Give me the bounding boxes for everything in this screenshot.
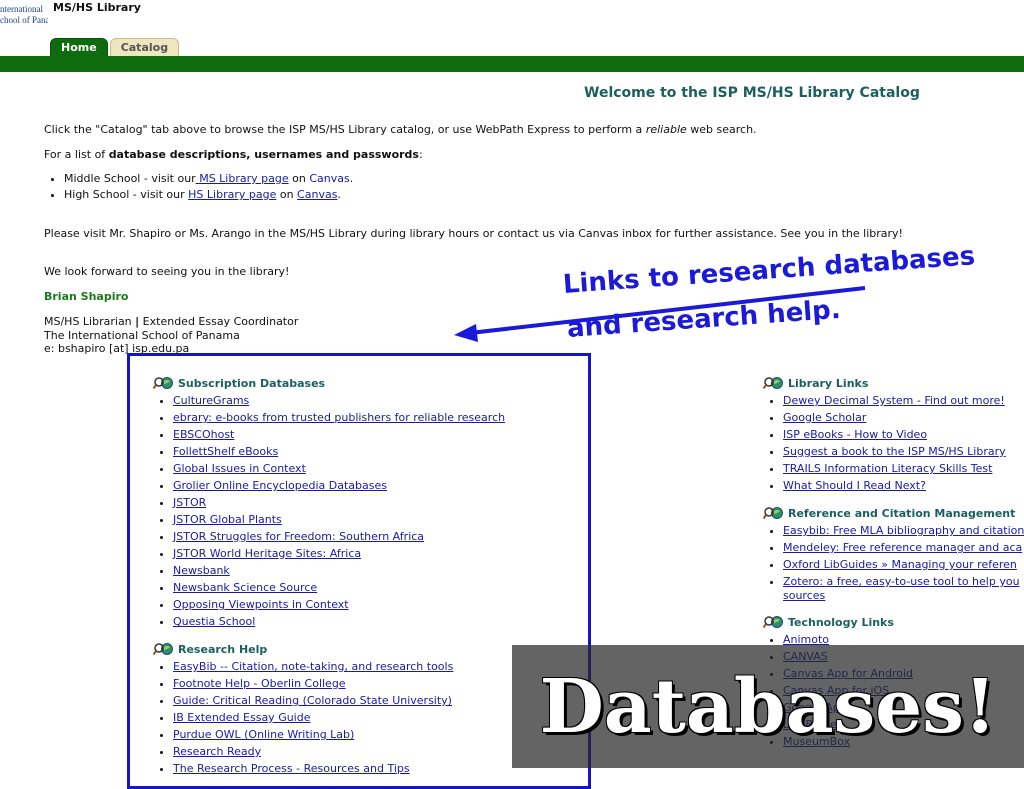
visit-text: Please visit Mr. Shapiro or Ms. Arango i…	[44, 227, 903, 240]
list-item: High School - visit our HS Library page …	[64, 187, 353, 203]
reference-list: Easybib: Free MLA bibliography and citat…	[763, 522, 1024, 603]
hs-library-link[interactable]: HS Library page	[188, 188, 276, 201]
signature: Brian Shapiro	[44, 290, 129, 303]
reference-link[interactable]: Mendeley: Free reference manager and aca	[783, 541, 1022, 554]
intro-text-end: web search.	[686, 123, 757, 136]
section-heading: Library Links	[762, 376, 1006, 390]
logo-line-2: chool of Panama	[0, 15, 48, 25]
header-bar	[0, 56, 1024, 72]
reference-link-continued[interactable]: sources	[783, 589, 825, 602]
canvas-link[interactable]: Canvas	[309, 172, 349, 185]
library-link[interactable]: TRAILS Information Literacy Skills Test	[783, 462, 992, 475]
section-title: Library Links	[788, 376, 869, 390]
ms-library-link[interactable]: MS Library page	[196, 172, 288, 185]
intro-line-1: Click the "Catalog" tab above to browse …	[44, 123, 757, 136]
magnifier-globe-icon	[762, 376, 785, 390]
list-text: on	[288, 172, 310, 185]
address-line-1: MS/HS Librarian | Extended Essay Coordin…	[44, 315, 298, 329]
address-block: MS/HS Librarian | Extended Essay Coordin…	[44, 315, 298, 356]
list-item: Middle School - visit our MS Library pag…	[64, 171, 353, 187]
page-title: Welcome to the ISP MS/HS Library Catalog	[584, 85, 920, 101]
intro-emphasis: reliable	[645, 123, 687, 136]
list-item: Zotero: a free, easy-to-use tool to help…	[783, 573, 1024, 603]
magnifier-globe-icon	[762, 615, 785, 629]
forward-text: We look forward to seeing you in the lib…	[44, 265, 290, 278]
reference-link[interactable]: Zotero: a free, easy-to-use tool to help…	[783, 575, 1020, 588]
list-item: Suggest a book to the ISP MS/HS Library	[783, 443, 1006, 460]
school-logo[interactable]: nternational chool of Panama	[0, 4, 48, 30]
reference-link[interactable]: Easybib: Free MLA bibliography and citat…	[783, 524, 1024, 537]
list-item: Google Scholar	[783, 409, 1006, 426]
library-links-section: Library Links Dewey Decimal System - Fin…	[762, 376, 1006, 494]
library-links-list: Dewey Decimal System - Find out more! Goo…	[763, 392, 1006, 494]
list-item: Easybib: Free MLA bibliography and citat…	[783, 522, 1024, 539]
app-title: MS/HS Library	[53, 1, 141, 14]
list-item: ISP eBooks - How to Video	[783, 426, 1006, 443]
tab-catalog[interactable]: Catalog	[109, 38, 180, 58]
list-item: TRAILS Information Literacy Skills Test	[783, 460, 1006, 477]
banner-text: Databases!	[539, 663, 997, 750]
intro-bold: database descriptions, usernames and pas…	[108, 148, 419, 161]
intro-colon: :	[418, 148, 423, 161]
main-tabs: Home Catalog	[50, 38, 180, 58]
title-banner: Databases!	[512, 645, 1024, 768]
section-title: Reference and Citation Management	[788, 506, 1016, 520]
list-text: Middle School - visit our	[64, 172, 196, 185]
intro-text: For a list of	[44, 148, 109, 161]
list-text: High School - visit our	[64, 188, 189, 201]
address-line-2: The International School of Panama	[44, 328, 240, 342]
section-title: Technology Links	[788, 615, 894, 629]
intro-text: Click the "Catalog" tab above to browse …	[44, 123, 646, 136]
address-text: MS/HS Librarian	[44, 315, 136, 328]
reference-section: Reference and Citation Management Easybi…	[763, 506, 1024, 603]
section-heading: Technology Links	[762, 615, 913, 629]
list-item: Mendeley: Free reference manager and aca	[783, 539, 1024, 556]
canvas-link[interactable]: Canvas	[297, 188, 337, 201]
logo-line-1: nternational	[0, 4, 43, 14]
address-text: Extended Essay Coordinator	[139, 315, 299, 328]
library-link[interactable]: Suggest a book to the ISP MS/HS Library	[783, 445, 1006, 458]
list-text: .	[349, 172, 354, 185]
list-text: .	[337, 188, 341, 201]
list-item: Oxford LibGuides » Managing your referen	[783, 556, 1024, 573]
library-link[interactable]: ISP eBooks - How to Video	[783, 428, 927, 441]
library-link[interactable]: Google Scholar	[783, 411, 866, 424]
list-item: What Should I Read Next?	[783, 477, 1006, 494]
magnifier-globe-icon	[763, 506, 785, 520]
tab-home[interactable]: Home	[50, 38, 108, 58]
reference-link[interactable]: Oxford LibGuides » Managing your referen	[783, 558, 1017, 571]
library-link[interactable]: Dewey Decimal System - Find out more!	[783, 394, 1005, 407]
library-link[interactable]: What Should I Read Next?	[783, 479, 926, 492]
intro-line-2: For a list of database descriptions, use…	[44, 148, 423, 161]
list-item: Dewey Decimal System - Find out more!	[783, 392, 1006, 409]
section-heading: Reference and Citation Management	[763, 506, 1024, 520]
school-list: Middle School - visit our MS Library pag…	[44, 171, 353, 203]
list-text: on	[276, 188, 298, 201]
